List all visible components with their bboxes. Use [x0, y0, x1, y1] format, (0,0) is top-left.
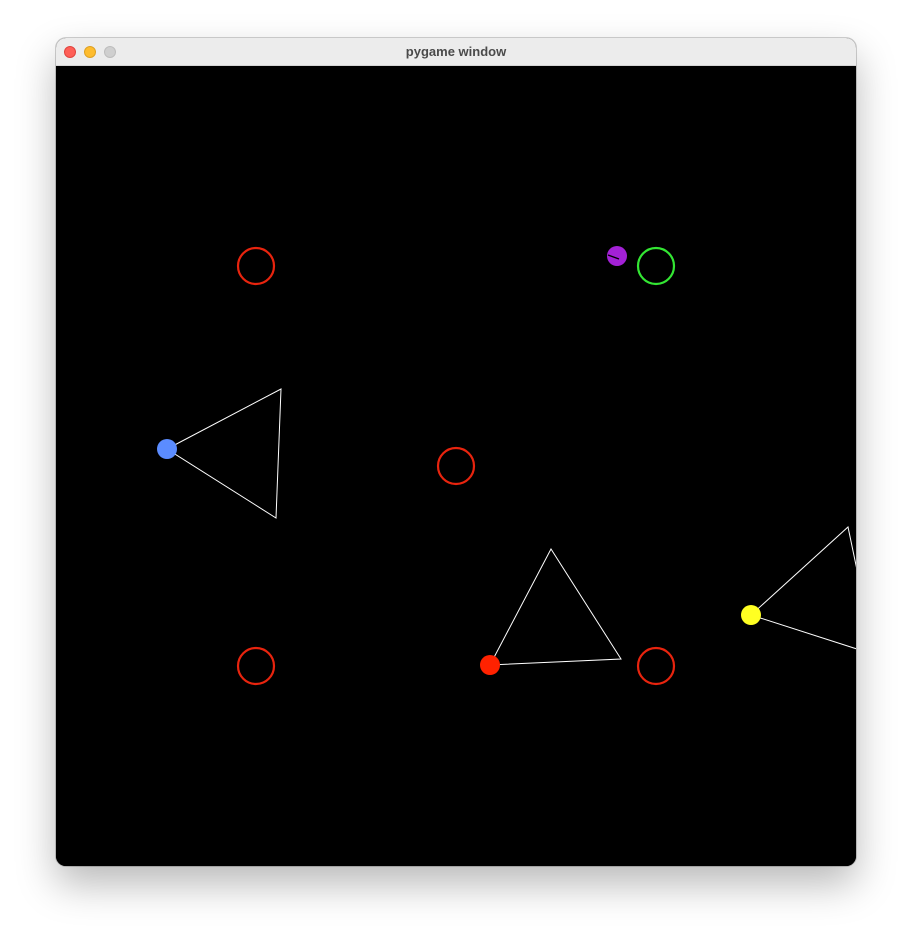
game-window: pygame window: [56, 38, 856, 866]
agent-red: [480, 655, 500, 675]
window-title: pygame window: [405, 44, 507, 59]
game-canvas[interactable]: [56, 66, 856, 866]
canvas-background: [56, 66, 856, 866]
agent-yellow: [741, 605, 761, 625]
agent-blue: [157, 439, 177, 459]
game-scene: [56, 66, 856, 866]
title-bar[interactable]: pygame window: [56, 38, 856, 66]
